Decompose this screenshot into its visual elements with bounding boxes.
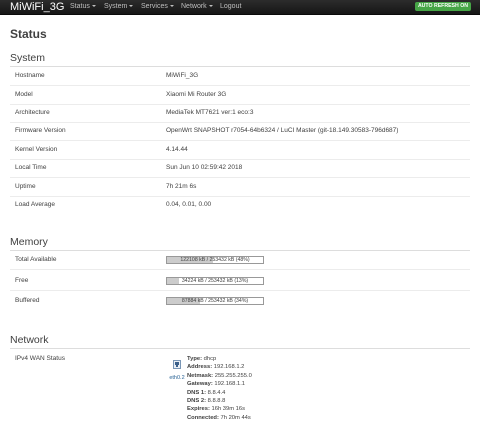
detail-value: 192.168.1.1 [214, 381, 246, 388]
memory-buffered-progress-bar: 87884 kB / 253432 kB (34%) [166, 297, 264, 305]
progress-text: 122108 kB / 253432 kB (48%) [180, 257, 250, 263]
page-title: Status [10, 27, 47, 41]
memory-row-buffered: Buffered 87884 kB / 253432 kB (34%) [10, 292, 470, 310]
chevron-down-icon [129, 5, 134, 7]
memory-total-progress-bar: 122108 kB / 253432 kB (48%) [166, 256, 264, 264]
interface-name: eth0.2 [169, 375, 185, 381]
system-row-uptime: Uptime 7h 21m 6s [10, 178, 470, 197]
wan-interface[interactable]: eth0.2 [166, 356, 188, 381]
system-row-model: Model Xiaomi Mi Router 3G [10, 86, 470, 105]
row-label: Total Available [15, 256, 57, 263]
menu-logout[interactable]: Logout [220, 0, 241, 14]
detail-value: 8.8.4.4 [207, 389, 226, 396]
detail-key: Expires: [187, 406, 210, 413]
memory-free-progress-bar: 34224 kB / 253432 kB (13%) [166, 277, 264, 285]
menu-system-label: System [104, 3, 128, 10]
detail-value: 7h 20m 44s [220, 414, 251, 421]
wan-detail-netmask: Netmask: 255.255.255.0 [187, 372, 252, 380]
system-row-hostname: Hostname MiWiFi_3G [10, 67, 470, 86]
wan-detail-dns1: DNS 1: 8.8.4.4 [187, 389, 252, 397]
menu-status[interactable]: Status [70, 0, 96, 14]
row-value: OpenWrt SNAPSHOT r7054-64b6324 / LuCI Ma… [166, 127, 399, 134]
detail-value: 255.255.255.0 [214, 372, 252, 379]
brand-hostname[interactable]: MiWiFi_3G [10, 0, 64, 14]
row-value: MiWiFi_3G [166, 72, 199, 79]
ipv4-wan-status-label: IPv4 WAN Status [15, 355, 65, 362]
system-section-title: System [10, 52, 46, 64]
chevron-down-icon [208, 5, 213, 7]
detail-key: DNS 2: [187, 398, 207, 405]
progress-text: 87884 kB / 253432 kB (34%) [181, 298, 249, 304]
row-label: Uptime [15, 183, 36, 190]
row-label: Model [15, 91, 33, 98]
detail-key: Connected: [187, 414, 219, 421]
detail-value: 192.168.1.2 [213, 364, 245, 371]
row-value: 0.04, 0.01, 0.00 [166, 201, 212, 208]
memory-section-title: Memory [10, 236, 48, 248]
row-value: MediaTek MT7621 ver:1 eco:3 [166, 109, 254, 116]
network-section-divider [10, 348, 470, 349]
menu-network[interactable]: Network [181, 0, 213, 14]
detail-key: Netmask: [187, 372, 214, 379]
menu-services[interactable]: Services [141, 0, 174, 14]
row-label: Free [15, 277, 29, 284]
row-label: Hostname [15, 72, 45, 79]
progress-text: 34224 kB / 253432 kB (13%) [181, 278, 249, 284]
top-navbar: MiWiFi_3G Status System Services Network… [0, 0, 480, 15]
row-value: Xiaomi Mi Router 3G [166, 91, 227, 98]
wan-detail-expires: Expires: 16h 39m 16s [187, 405, 252, 413]
row-label: Architecture [15, 109, 50, 116]
row-label: Kernel Version [15, 146, 58, 153]
wan-details: Type: dhcp Address: 192.168.1.2 Netmask:… [187, 355, 252, 422]
row-value: 7h 21m 6s [166, 183, 197, 190]
menu-services-label: Services [141, 3, 168, 10]
menu-logout-label: Logout [220, 3, 242, 10]
row-label: Firmware Version [15, 127, 66, 134]
system-row-architecture: Architecture MediaTek MT7621 ver:1 eco:3 [10, 104, 470, 123]
wan-detail-gateway: Gateway: 192.168.1.1 [187, 380, 252, 388]
detail-key: Gateway: [187, 381, 213, 388]
detail-value: 8.8.8.8 [207, 398, 226, 405]
detail-key: DNS 1: [187, 389, 207, 396]
row-label: Local Time [15, 164, 47, 171]
chevron-down-icon [91, 5, 96, 7]
memory-row-total: Total Available 122108 kB / 253432 kB (4… [10, 251, 470, 270]
system-row-firmware: Firmware Version OpenWrt SNAPSHOT r7054-… [10, 122, 470, 141]
network-section-title: Network [10, 334, 49, 346]
memory-row-free: Free 34224 kB / 253432 kB (13%) [10, 272, 470, 291]
row-value: 4.14.44 [166, 146, 188, 153]
detail-key: Type: [187, 356, 203, 362]
wan-detail-dns2: DNS 2: 8.8.8.8 [187, 397, 252, 405]
menu-network-label: Network [181, 3, 207, 10]
system-row-load-average: Load Average 0.04, 0.01, 0.00 [10, 196, 470, 214]
menu-system[interactable]: System [104, 0, 134, 14]
row-label: Buffered [15, 297, 40, 304]
wan-detail-connected: Connected: 7h 20m 44s [187, 414, 252, 422]
detail-value: dhcp [203, 356, 217, 362]
chevron-down-icon [169, 5, 174, 7]
auto-refresh-toggle[interactable]: AUTO REFRESH ON [414, 2, 471, 11]
detail-value: 16h 39m 16s [211, 406, 246, 413]
menu-status-label: Status [70, 3, 90, 10]
ethernet-port-icon [173, 356, 181, 369]
system-row-kernel: Kernel Version 4.14.44 [10, 141, 470, 160]
wan-detail-address: Address: 192.168.1.2 [187, 363, 252, 371]
detail-key: Address: [187, 364, 213, 371]
row-label: Load Average [15, 201, 55, 208]
wan-detail-type: Type: dhcp [187, 355, 252, 363]
system-row-local-time: Local Time Sun Jun 10 02:59:42 2018 [10, 159, 470, 178]
row-value: Sun Jun 10 02:59:42 2018 [166, 164, 243, 171]
